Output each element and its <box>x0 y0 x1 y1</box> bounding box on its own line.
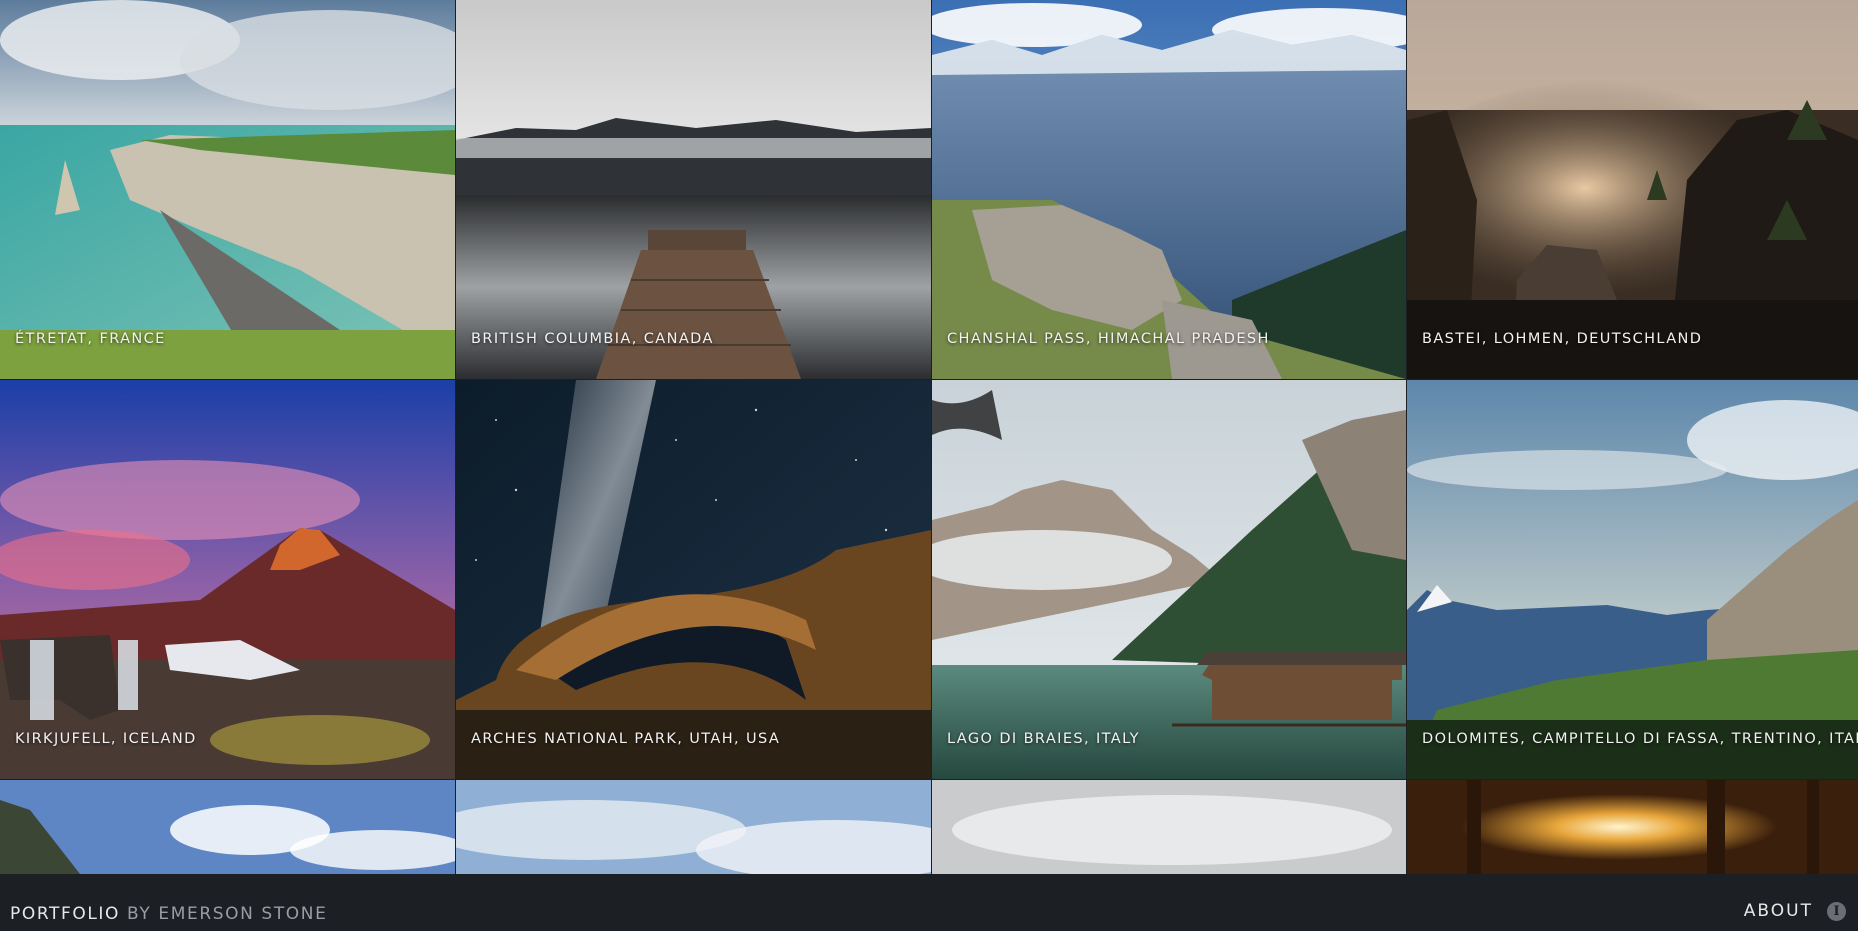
brand-author: BY EMERSON STONE <box>127 904 328 924</box>
gallery-tile-etretat[interactable]: ÉTRETAT, FRANCE <box>0 0 455 379</box>
portfolio-brand[interactable]: PORTFOLIO BY EMERSON STONE <box>10 904 327 924</box>
gallery-tile-kirkjufell[interactable]: KIRKJUFELL, ICELAND <box>0 380 455 779</box>
photo-sky-clouds-1 <box>0 780 455 874</box>
photo-british-columbia <box>456 0 931 379</box>
tile-caption: ARCHES NATIONAL PARK, UTAH, USA <box>471 731 781 747</box>
gallery-tile-row3-3[interactable] <box>932 780 1406 874</box>
gallery-tile-row3-1[interactable] <box>0 780 455 874</box>
about-link[interactable]: ABOUT i <box>1744 901 1846 921</box>
brand-title: PORTFOLIO <box>10 904 121 924</box>
photo-arches <box>456 380 931 779</box>
gallery-tile-arches[interactable]: ARCHES NATIONAL PARK, UTAH, USA <box>456 380 931 779</box>
photo-lago-di-braies <box>932 380 1406 779</box>
tile-caption: CHANSHAL PASS, HIMACHAL PRADESH <box>947 331 1270 347</box>
gallery-tile-lago-di-braies[interactable]: LAGO DI BRAIES, ITALY <box>932 380 1406 779</box>
photo-kirkjufell <box>0 380 455 779</box>
photo-bastei <box>1407 0 1858 379</box>
tile-caption: KIRKJUFELL, ICELAND <box>15 731 197 747</box>
photo-chanshal-pass <box>932 0 1406 379</box>
tile-caption: LAGO DI BRAIES, ITALY <box>947 731 1140 747</box>
gallery-tile-british-columbia[interactable]: BRITISH COLUMBIA, CANADA <box>456 0 931 379</box>
photo-sky-clouds-3 <box>932 780 1406 874</box>
gallery-tile-bastei[interactable]: BASTEI, LOHMEN, DEUTSCHLAND <box>1407 0 1858 379</box>
tile-caption: BRITISH COLUMBIA, CANADA <box>471 331 714 347</box>
photo-etretat <box>0 0 455 379</box>
gallery-tile-chanshal-pass[interactable]: CHANSHAL PASS, HIMACHAL PRADESH <box>932 0 1406 379</box>
gallery-tile-row3-4[interactable] <box>1407 780 1858 874</box>
gallery-tile-dolomites[interactable]: DOLOMITES, CAMPITELLO DI FASSA, TRENTINO… <box>1407 380 1858 779</box>
tile-caption: ÉTRETAT, FRANCE <box>15 331 166 347</box>
info-icon: i <box>1827 901 1846 921</box>
photo-dolomites <box>1407 380 1858 779</box>
tile-caption: DOLOMITES, CAMPITELLO DI FASSA, TRENTINO… <box>1422 731 1858 747</box>
photo-sky-clouds-2 <box>456 780 931 874</box>
photo-grid: ÉTRETAT, FRANCE BRITISH COLUMBIA, CANADA… <box>0 0 1858 874</box>
about-label: ABOUT <box>1743 901 1813 921</box>
photo-forest-sun <box>1407 780 1858 874</box>
gallery-tile-row3-2[interactable] <box>456 780 931 874</box>
footer-bar: PORTFOLIO BY EMERSON STONE ABOUT i <box>0 874 1858 931</box>
tile-caption: BASTEI, LOHMEN, DEUTSCHLAND <box>1422 331 1703 347</box>
